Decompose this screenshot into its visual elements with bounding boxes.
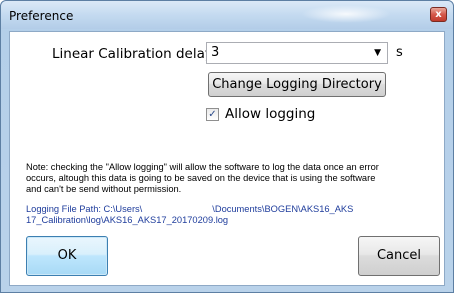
ok-button[interactable]: OK xyxy=(26,236,108,276)
title-bar-glare xyxy=(301,5,391,23)
checkmark-icon: ✓ xyxy=(208,109,217,120)
delay-unit-label: s xyxy=(396,45,403,60)
path-line-1-end: \Documents\BOGEN\AKS16_AKS xyxy=(212,204,354,214)
note-line-3: and can't be send without permission. xyxy=(26,184,182,194)
close-button[interactable]: x xyxy=(430,7,447,22)
title-bar[interactable]: Preference x xyxy=(1,1,453,29)
path-line-1: Logging File Path: C:\Users\ \Documents\B… xyxy=(26,204,446,215)
cancel-button[interactable]: Cancel xyxy=(358,236,440,276)
allow-logging-checkbox[interactable]: ✓ xyxy=(206,108,219,121)
window-title: Preference xyxy=(9,9,74,23)
calibration-delay-label: Linear Calibration delay xyxy=(52,46,213,62)
logging-file-path: Logging File Path: C:\Users\ \Documents\B… xyxy=(26,204,446,226)
logging-note: Note: checking the "Allow logging" will … xyxy=(26,162,426,195)
note-line-2: occurs, altough this data is going to be… xyxy=(26,173,376,183)
preference-window: Preference x Linear Calibration delay 3 … xyxy=(0,0,454,293)
allow-logging-label[interactable]: Allow logging xyxy=(225,106,315,122)
calibration-delay-select[interactable]: 3 ▼ xyxy=(206,42,388,64)
path-line-2: 17_Calibration\log\AKS16_AKS17_20170209.… xyxy=(26,215,229,225)
change-logging-directory-button[interactable]: Change Logging Directory xyxy=(208,72,386,97)
calibration-delay-value: 3 xyxy=(211,45,220,60)
chevron-down-icon[interactable]: ▼ xyxy=(374,48,381,58)
path-line-1-start: Logging File Path: C:\Users\ xyxy=(26,204,143,214)
close-icon: x xyxy=(435,9,442,20)
dialog-client-area: Linear Calibration delay 3 ▼ s Change Lo… xyxy=(9,31,445,286)
note-line-1: Note: checking the "Allow logging" will … xyxy=(26,162,379,172)
